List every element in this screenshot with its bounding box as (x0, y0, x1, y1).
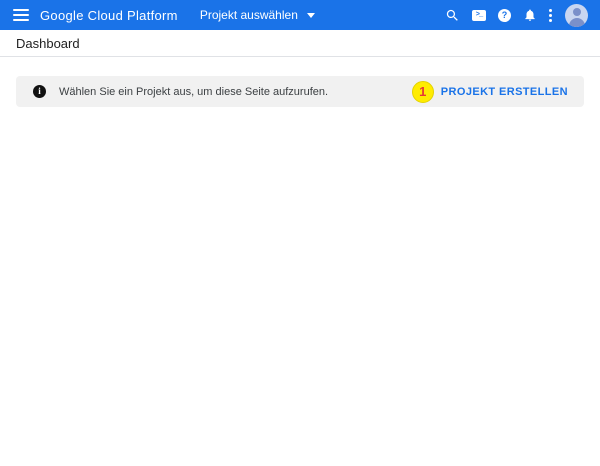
cloud-shell-prompt-glyph: >_ (476, 12, 482, 19)
create-project-button[interactable]: PROJEKT ERSTELLEN (441, 86, 568, 98)
avatar-head-shape (573, 8, 581, 16)
cloud-shell-icon[interactable]: >_ (472, 10, 486, 21)
info-icon: i (33, 85, 46, 98)
banner-actions: 1 PROJEKT ERSTELLEN (412, 81, 568, 103)
project-selector-dropdown[interactable]: Projekt auswählen (200, 8, 315, 22)
cloud-shell-terminal-box: >_ (472, 10, 486, 21)
brand-title[interactable]: Google Cloud Platform (40, 8, 178, 23)
notifications-bell-icon[interactable] (523, 8, 537, 22)
hamburger-menu-icon[interactable] (13, 9, 29, 21)
info-glyph: i (38, 87, 41, 96)
banner-message: Wählen Sie ein Projekt aus, um diese Sei… (59, 86, 328, 98)
help-icon[interactable]: ? (498, 9, 511, 22)
help-question-glyph: ? (502, 11, 508, 20)
help-circle: ? (498, 9, 511, 22)
search-icon[interactable] (445, 8, 460, 23)
user-avatar[interactable] (565, 4, 588, 27)
tutorial-step-badge: 1 (412, 81, 434, 103)
page-title: Dashboard (16, 36, 80, 51)
gcp-console-page: Google Cloud Platform Projekt auswählen … (0, 0, 600, 466)
topbar-actions: >_ ? (433, 4, 588, 27)
chevron-down-icon (307, 13, 315, 18)
page-title-bar: Dashboard (0, 30, 600, 57)
project-selector-label: Projekt auswählen (200, 8, 298, 22)
select-project-banner: i Wählen Sie ein Projekt aus, um diese S… (16, 76, 584, 107)
more-vertical-icon[interactable] (549, 8, 552, 23)
avatar-shoulders-shape (569, 18, 585, 27)
top-bar: Google Cloud Platform Projekt auswählen … (0, 0, 600, 30)
